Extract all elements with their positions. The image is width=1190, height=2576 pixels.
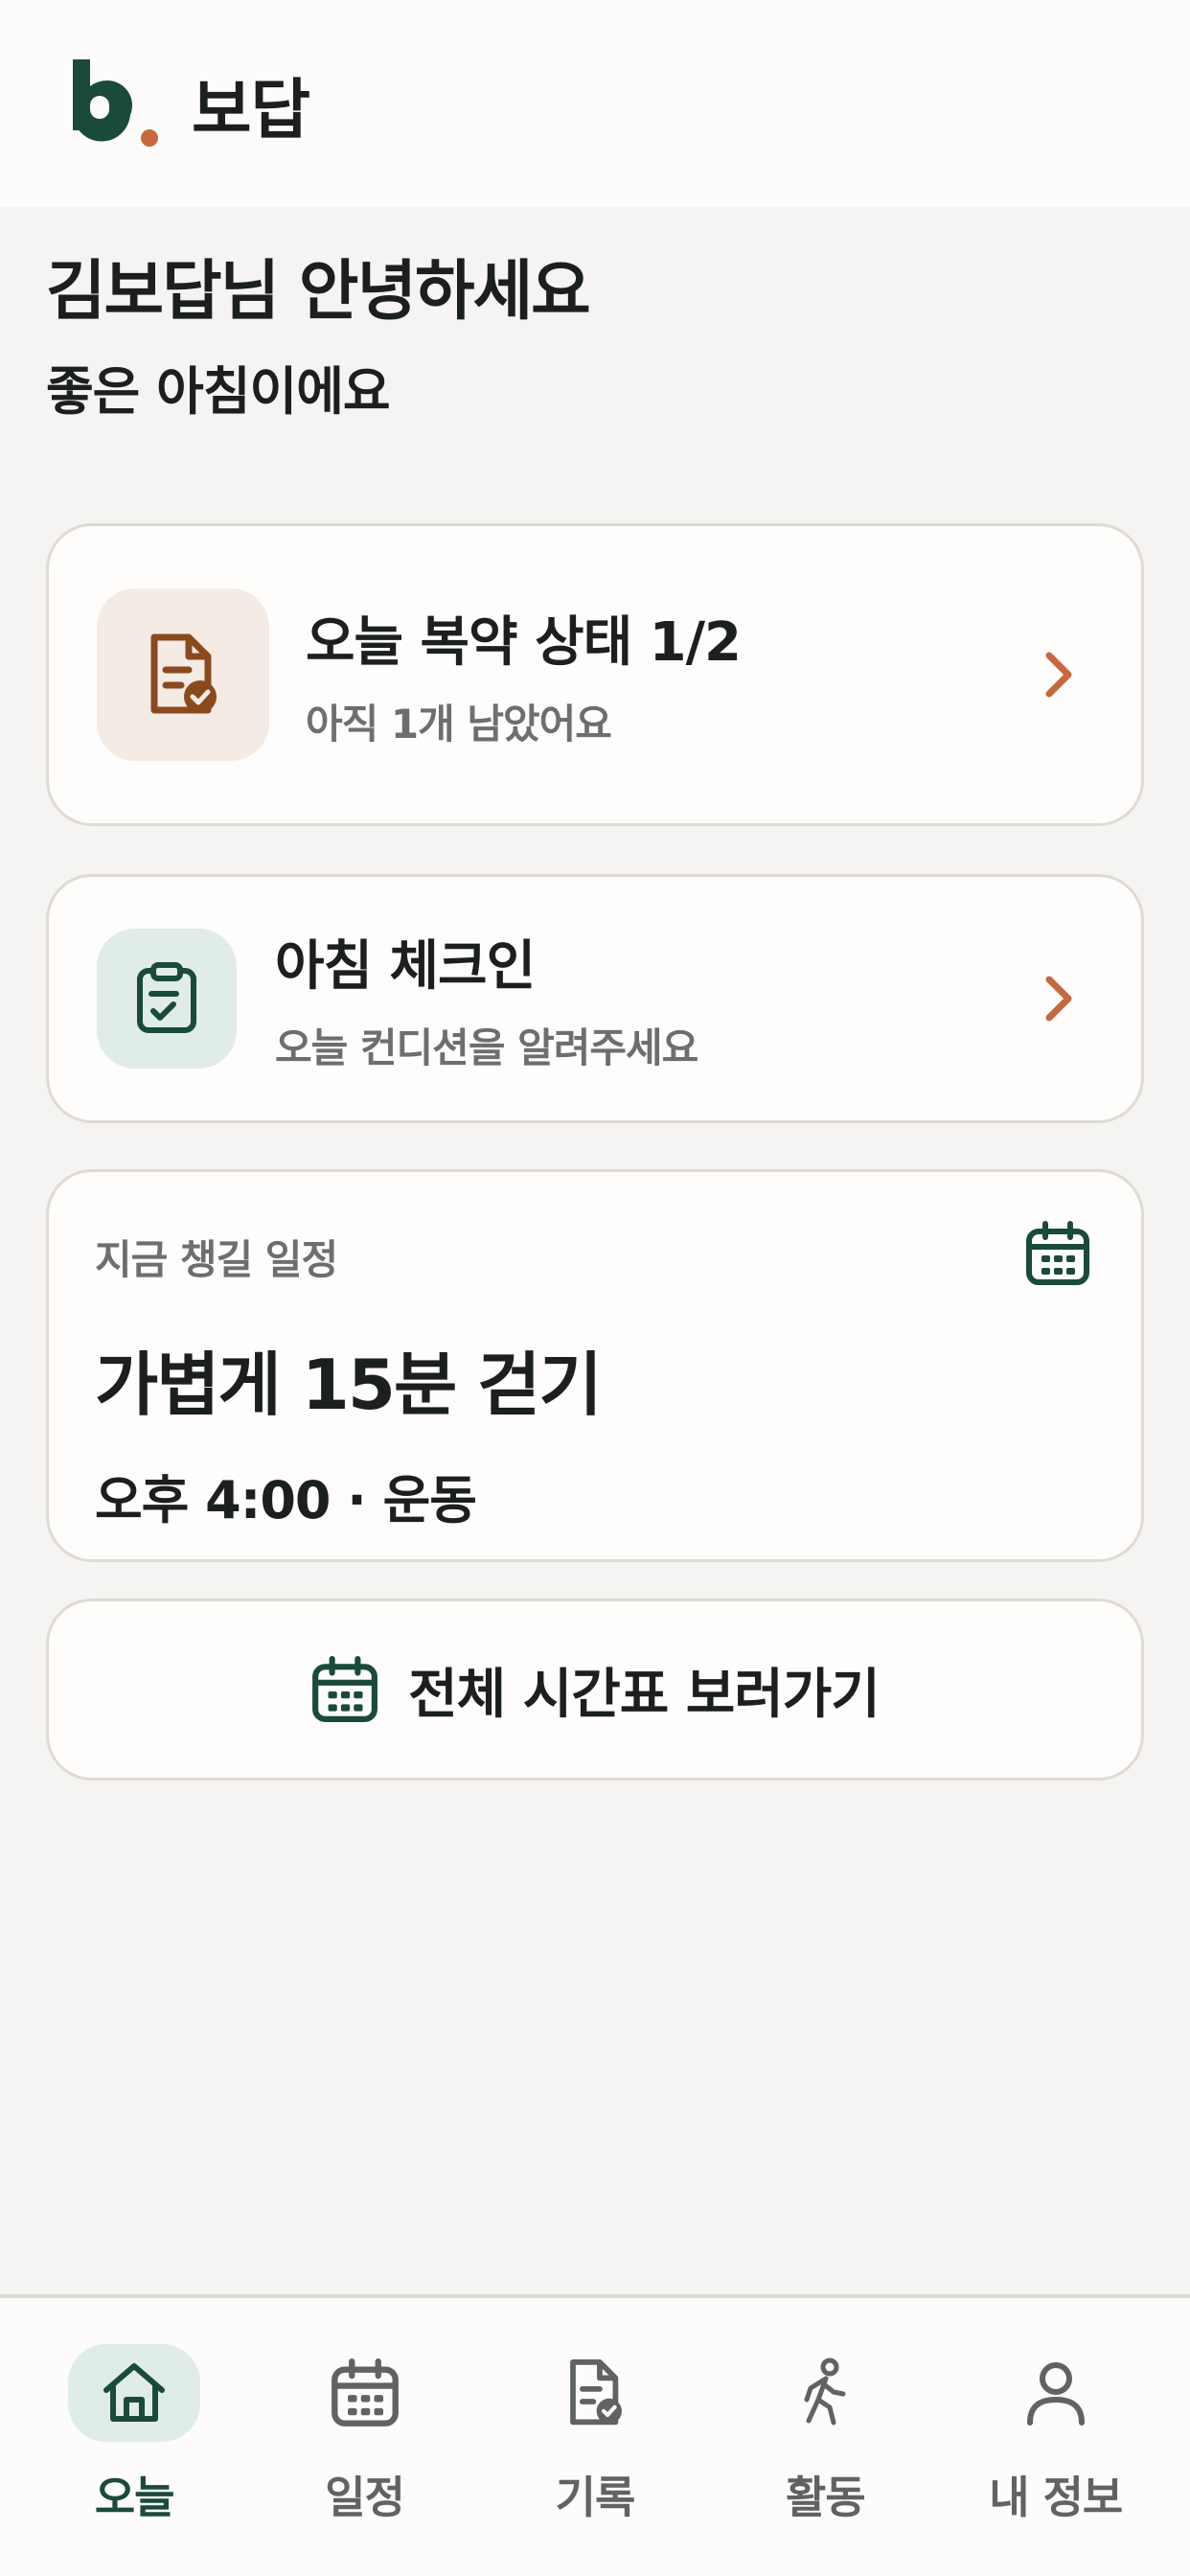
bottom-navigation: 오늘 일정 기록 활동 내 정보 (0, 2294, 1190, 2576)
chevron-right-icon (1045, 652, 1072, 698)
calendar-icon (312, 1656, 378, 1722)
checkin-icon-tile (97, 929, 237, 1069)
timetable-button-label: 전체 시간표 보러가기 (408, 1663, 881, 1726)
nav-item-activity[interactable]: 활동 (729, 2344, 921, 2526)
clipboard-check-icon (137, 962, 196, 1033)
medication-title: 오늘 복약 상태 1/2 (306, 611, 742, 674)
medication-icon-tile (97, 588, 269, 761)
medication-status-card[interactable]: 오늘 복약 상태 1/2 아직 1개 남았어요 (46, 523, 1144, 826)
schedule-title: 가볍게 15분 걷기 (95, 1345, 603, 1425)
nav-item-schedule[interactable]: 일정 (269, 2344, 461, 2526)
checkin-title: 아침 체크인 (275, 935, 536, 998)
nav-label-activity: 활동 (786, 2472, 866, 2523)
document-check-icon (570, 2359, 622, 2426)
current-schedule-card[interactable]: 지금 챙길 일정 가볍게 15분 걷기 오후 4:00 · 운동 (46, 1169, 1144, 1562)
chevron-right-icon (1045, 976, 1072, 1022)
app-title: 보답 (192, 72, 310, 149)
nav-label-my-info: 내 정보 (989, 2472, 1123, 2523)
user-icon (1026, 2362, 1085, 2426)
nav-item-my-info[interactable]: 내 정보 (960, 2344, 1152, 2526)
app-root: 보답 김보답님 안녕하세요 좋은 아침이에요 오늘 복약 상태 1/2 아직 1… (0, 0, 1190, 2576)
nav-label-today: 오늘 (94, 2472, 175, 2523)
checkin-subtitle: 오늘 컨디션을 알려주세요 (275, 1024, 698, 1071)
schedule-time: 오후 4:00 · 운동 (95, 1470, 477, 1530)
calendar-icon (1026, 1221, 1089, 1285)
nav-label-records: 기록 (555, 2472, 636, 2523)
brand-logo-icon (73, 59, 158, 147)
app-header: 보답 (0, 0, 1190, 207)
greeting-subtitle: 좋은 아침이에요 (46, 360, 391, 422)
greeting-title: 김보답님 안녕하세요 (46, 254, 591, 330)
morning-checkin-card[interactable]: 아침 체크인 오늘 컨디션을 알려주세요 (46, 874, 1144, 1123)
nav-label-schedule: 일정 (325, 2472, 405, 2523)
document-check-icon (150, 633, 217, 714)
calendar-icon (331, 2358, 399, 2426)
home-icon (103, 2363, 166, 2422)
medication-subtitle: 아직 1개 남았어요 (306, 701, 612, 748)
view-full-timetable-button[interactable]: 전체 시간표 보러가기 (46, 1598, 1144, 1781)
walking-icon (804, 2358, 846, 2426)
greeting-section: 김보답님 안녕하세요 좋은 아침이에요 (0, 207, 1190, 425)
schedule-label: 지금 챙길 일정 (95, 1236, 338, 1283)
nav-item-today[interactable]: 오늘 (38, 2344, 230, 2526)
nav-item-records[interactable]: 기록 (499, 2344, 691, 2526)
